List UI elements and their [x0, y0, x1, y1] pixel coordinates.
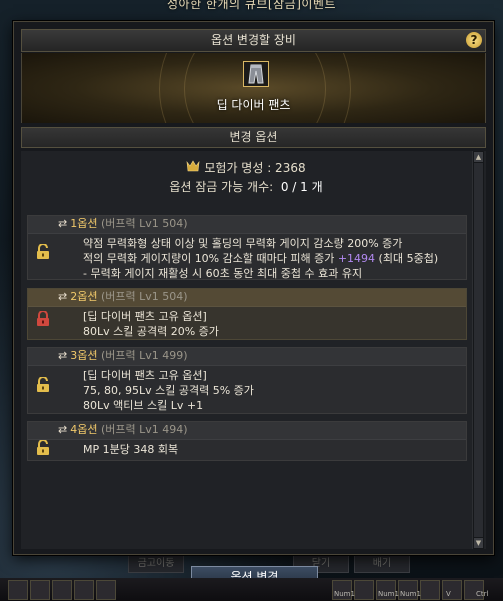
option-2-line-2: 80Lv 스킬 공격력 20% 증가 [83, 325, 219, 338]
background-event-caption: 성아한 한개의 큐브[잠금]이벤트 [166, 0, 336, 11]
hud-key-label: Num1 [334, 590, 355, 598]
help-icon[interactable]: ? [466, 32, 482, 48]
hud-skill-slot[interactable] [442, 580, 462, 600]
option-3-tag: (버프력 Lv1 499) [100, 349, 188, 362]
option-3-description: [딥 다이버 팬츠 고유 옵션] 75, 80, 95Lv 스킬 공격력 5% … [28, 366, 466, 413]
unlocked-padlock-icon[interactable] [36, 243, 50, 263]
option-2-line-1: [딥 다이버 팬츠 고유 옵션] [83, 310, 207, 323]
option-1-line-2: 적의 무력화 게이지량이 10% 감소할 때마다 피해 증가 +1494 (최대… [83, 252, 439, 265]
scroll-thumb[interactable] [474, 163, 483, 537]
hud-skill-slot[interactable] [96, 580, 116, 600]
option-1-header: ⇄ 1옵션 (버프력 Lv1 504) [28, 216, 466, 234]
option-3-line-1: [딥 다이버 팬츠 고유 옵션] [83, 369, 207, 382]
option-row-2[interactable]: ⇄ 2옵션 (버프력 Lv1 504) [딥 다이버 팬츠 고유 옵션] 80Lv… [27, 288, 467, 340]
option-1-name: 1옵션 [70, 217, 98, 230]
scroll-up-icon[interactable]: ▲ [474, 152, 483, 162]
hud-skill-slot[interactable] [420, 580, 440, 600]
hud-skill-slot[interactable] [354, 580, 374, 600]
hud-key-label: Num1 [400, 590, 421, 598]
shuffle-icon: ⇄ [58, 423, 68, 436]
option-1-line-1: 약점 무력화형 상태 이상 및 홀딩의 무력화 게이지 감소량 200% 증가 [83, 237, 403, 250]
equipment-item-name: 딥 다이버 팬츠 [216, 98, 291, 112]
window-title: 옵션 변경할 장비 [211, 33, 296, 47]
window-title-bar: 옵션 변경할 장비 ? [21, 29, 486, 52]
option-3-line-2: 75, 80, 95Lv 스킬 공격력 5% 증가 [83, 384, 254, 397]
option-1-tag: (버프력 Lv1 504) [100, 217, 188, 230]
locked-padlock-icon[interactable] [36, 310, 50, 330]
option-2-description: [딥 다이버 팬츠 고유 옵션] 80Lv 스킬 공격력 20% 증가 [28, 307, 466, 339]
bottom-hud-bar: Num1 Num1 Num1 V Ctrl [0, 578, 503, 601]
damage-plus-value: +1494 [337, 252, 376, 265]
option-4-description: MP 1분당 348 회복 [28, 440, 466, 457]
hud-skill-slot[interactable] [74, 580, 94, 600]
option-row-4[interactable]: ⇄ 4옵션 (버프력 Lv1 494) MP 1분당 348 회복 [27, 421, 467, 461]
shuffle-icon: ⇄ [58, 349, 68, 362]
adventurer-fame-row: 모험가 명성 : 2368 [21, 159, 471, 176]
hud-skill-slot[interactable] [52, 580, 72, 600]
option-row-3[interactable]: ⇄ 3옵션 (버프력 Lv1 499) [딥 다이버 팬츠 고유 옵션] 75, … [27, 347, 467, 414]
option-row-1[interactable]: ⇄ 1옵션 (버프력 Lv1 504) 약점 무력화형 상태 이상 및 홀딩의 무… [27, 215, 467, 280]
option-4-line-1: MP 1분당 348 회복 [83, 443, 179, 456]
option-1-line-3: - 무력화 게이지 재활성 시 60초 동안 최대 중첩 수 효과 유지 [83, 267, 363, 280]
option-3-header: ⇄ 3옵션 (버프력 Lv1 499) [28, 348, 466, 366]
shuffle-icon: ⇄ [58, 217, 68, 230]
unlocked-padlock-icon[interactable] [36, 376, 50, 396]
hud-skill-slot[interactable] [8, 580, 28, 600]
option-4-name: 4옵션 [70, 423, 98, 436]
unlocked-padlock-icon[interactable] [36, 439, 50, 459]
option-list-panel: 모험가 명성 : 2368 옵션 잠금 가능 개수: 0 / 1 개 ⇄ 1옵션 … [21, 151, 486, 549]
equipment-item-slot[interactable] [243, 61, 269, 87]
option-2-header: ⇄ 2옵션 (버프력 Lv1 504) [28, 289, 466, 307]
option-4-header: ⇄ 4옵션 (버프력 Lv1 494) [28, 422, 466, 440]
option-2-tag: (버프력 Lv1 504) [100, 290, 188, 303]
option-4-tag: (버프력 Lv1 494) [100, 423, 188, 436]
option-1-description: 약점 무력화형 상태 이상 및 홀딩의 무력화 게이지 감소량 200% 증가 … [28, 234, 466, 281]
option-section-header: 변경 옵션 [21, 127, 486, 148]
hud-key-label: V [446, 590, 451, 598]
lockable-count-value: 0 / 1 개 [280, 180, 323, 194]
adventurer-fame-text: 모험가 명성 : 2368 [204, 161, 306, 175]
shuffle-icon: ⇄ [58, 290, 68, 303]
option-2-name: 2옵션 [70, 290, 98, 303]
option-3-name: 3옵션 [70, 349, 98, 362]
hud-key-label: Ctrl [476, 590, 489, 598]
scroll-down-icon[interactable]: ▼ [474, 538, 483, 548]
pants-item-icon [248, 64, 264, 84]
hud-skill-slot[interactable] [30, 580, 50, 600]
equipment-banner: 딥 다이버 팬츠 [21, 53, 486, 123]
option-change-window: 옵션 변경할 장비 ? 딥 다이버 팬츠 변경 옵션 모험가 명성 : 2368… [13, 21, 494, 555]
hud-key-label: Num1 [378, 590, 399, 598]
background-button-other: 배기 [354, 555, 410, 573]
fame-icon [186, 160, 200, 175]
option-3-line-3: 80Lv 액티브 스킬 Lv +1 [83, 399, 204, 412]
option-list-scrollbar[interactable]: ▲ ▼ [472, 151, 484, 549]
lockable-count-row: 옵션 잠금 가능 개수: 0 / 1 개 [21, 178, 471, 195]
background-button-storage: 금고이동 [128, 555, 184, 573]
lockable-count-label: 옵션 잠금 가능 개수: [169, 180, 274, 194]
